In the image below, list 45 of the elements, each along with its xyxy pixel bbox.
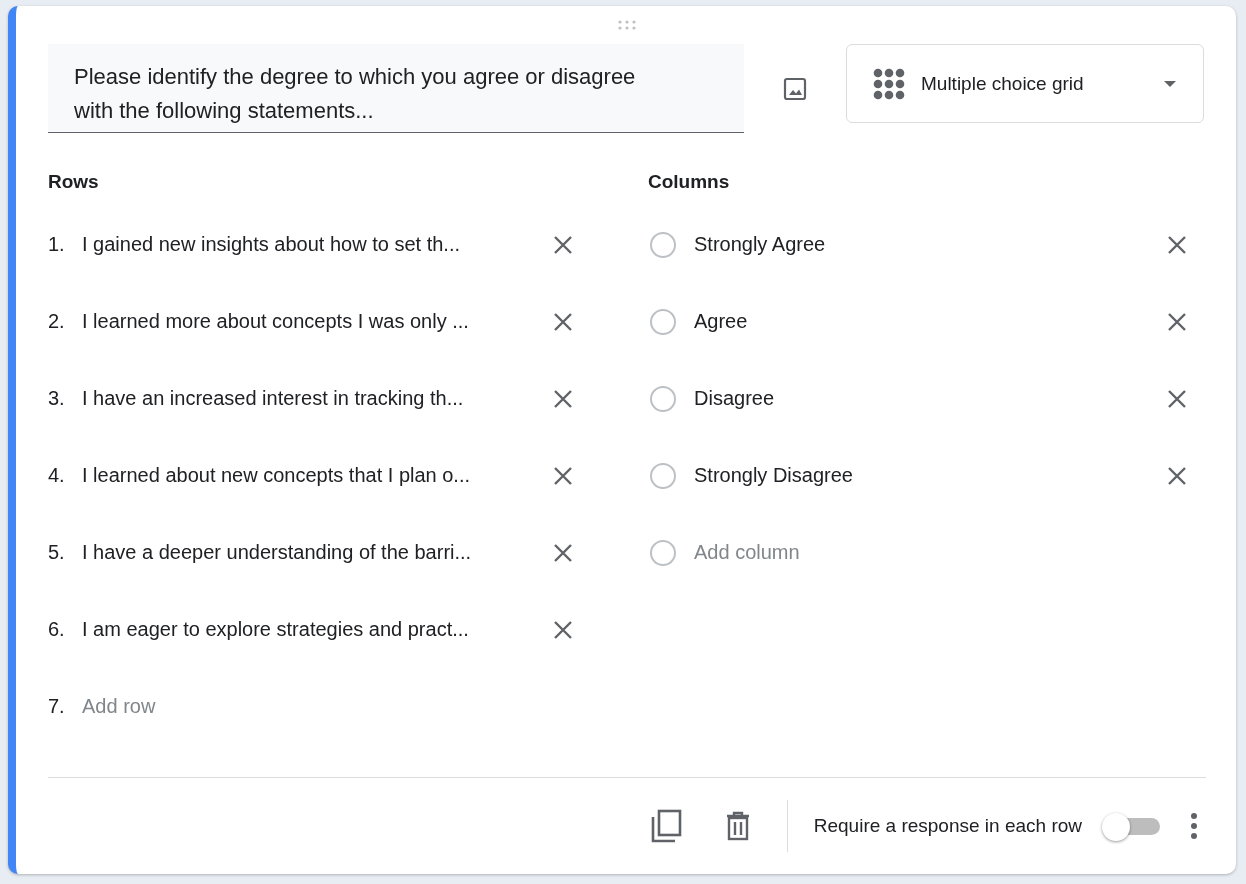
row-label[interactable]: I have an increased interest in tracking th... (82, 387, 552, 410)
add-row-field[interactable]: Add row (82, 695, 552, 718)
delete-button[interactable] (724, 811, 751, 841)
row-number: 3. (48, 387, 66, 410)
row-label[interactable]: I learned about new concepts that I plan o... (82, 464, 552, 487)
column-label[interactable]: Strongly Agree (694, 233, 1166, 256)
remove-button[interactable] (1166, 233, 1188, 256)
row-number: 4. (48, 464, 66, 487)
required-label: Require a response in each row (813, 815, 1082, 837)
add-column-field[interactable]: Add column (694, 541, 1206, 564)
row-label[interactable]: I gained new insights about how to set th... (82, 233, 552, 256)
radio-icon (650, 385, 676, 412)
column-label[interactable]: Strongly Disagree (694, 464, 1166, 487)
question-title-field[interactable]: Please identify the degree to which you agree or disagree with the following statements... (48, 44, 744, 133)
caret-icon (1163, 79, 1177, 88)
column-label[interactable]: Agree (694, 310, 1166, 333)
remove-button[interactable] (552, 464, 574, 487)
remove-button[interactable] (552, 233, 574, 256)
radio-icon (650, 539, 676, 566)
remove-button[interactable] (552, 310, 574, 333)
remove-button[interactable] (552, 618, 574, 641)
row-number: 1. (48, 233, 66, 256)
row-label[interactable]: I am eager to explore strategies and pract... (82, 618, 552, 641)
remove-button[interactable] (1166, 387, 1188, 410)
columns-heading: Columns (648, 170, 731, 194)
question-type-dropdown[interactable]: Multiple choice grid (846, 44, 1204, 123)
column-label[interactable]: Disagree (694, 387, 1166, 410)
radio-icon (650, 231, 676, 258)
grid-icon (873, 67, 905, 100)
radio-icon (650, 462, 676, 489)
rows-heading: Rows (48, 170, 100, 194)
row-label[interactable]: I have a deeper understanding of the barri... (82, 541, 552, 564)
row-number: 2. (48, 310, 66, 333)
row-number: 5. (48, 541, 66, 564)
radio-icon (650, 308, 676, 335)
remove-button[interactable] (1166, 310, 1188, 333)
required-toggle[interactable] (1102, 811, 1162, 841)
remove-button[interactable] (552, 541, 574, 564)
row-label[interactable]: I learned more about concepts I was only ... (82, 310, 552, 333)
remove-button[interactable] (552, 387, 574, 410)
remove-button[interactable] (1166, 464, 1188, 487)
more-options-icon[interactable] (1190, 812, 1198, 840)
row-number: 7. (48, 695, 66, 718)
drag-handle-icon[interactable] (617, 18, 637, 32)
row-number: 6. (48, 618, 66, 641)
